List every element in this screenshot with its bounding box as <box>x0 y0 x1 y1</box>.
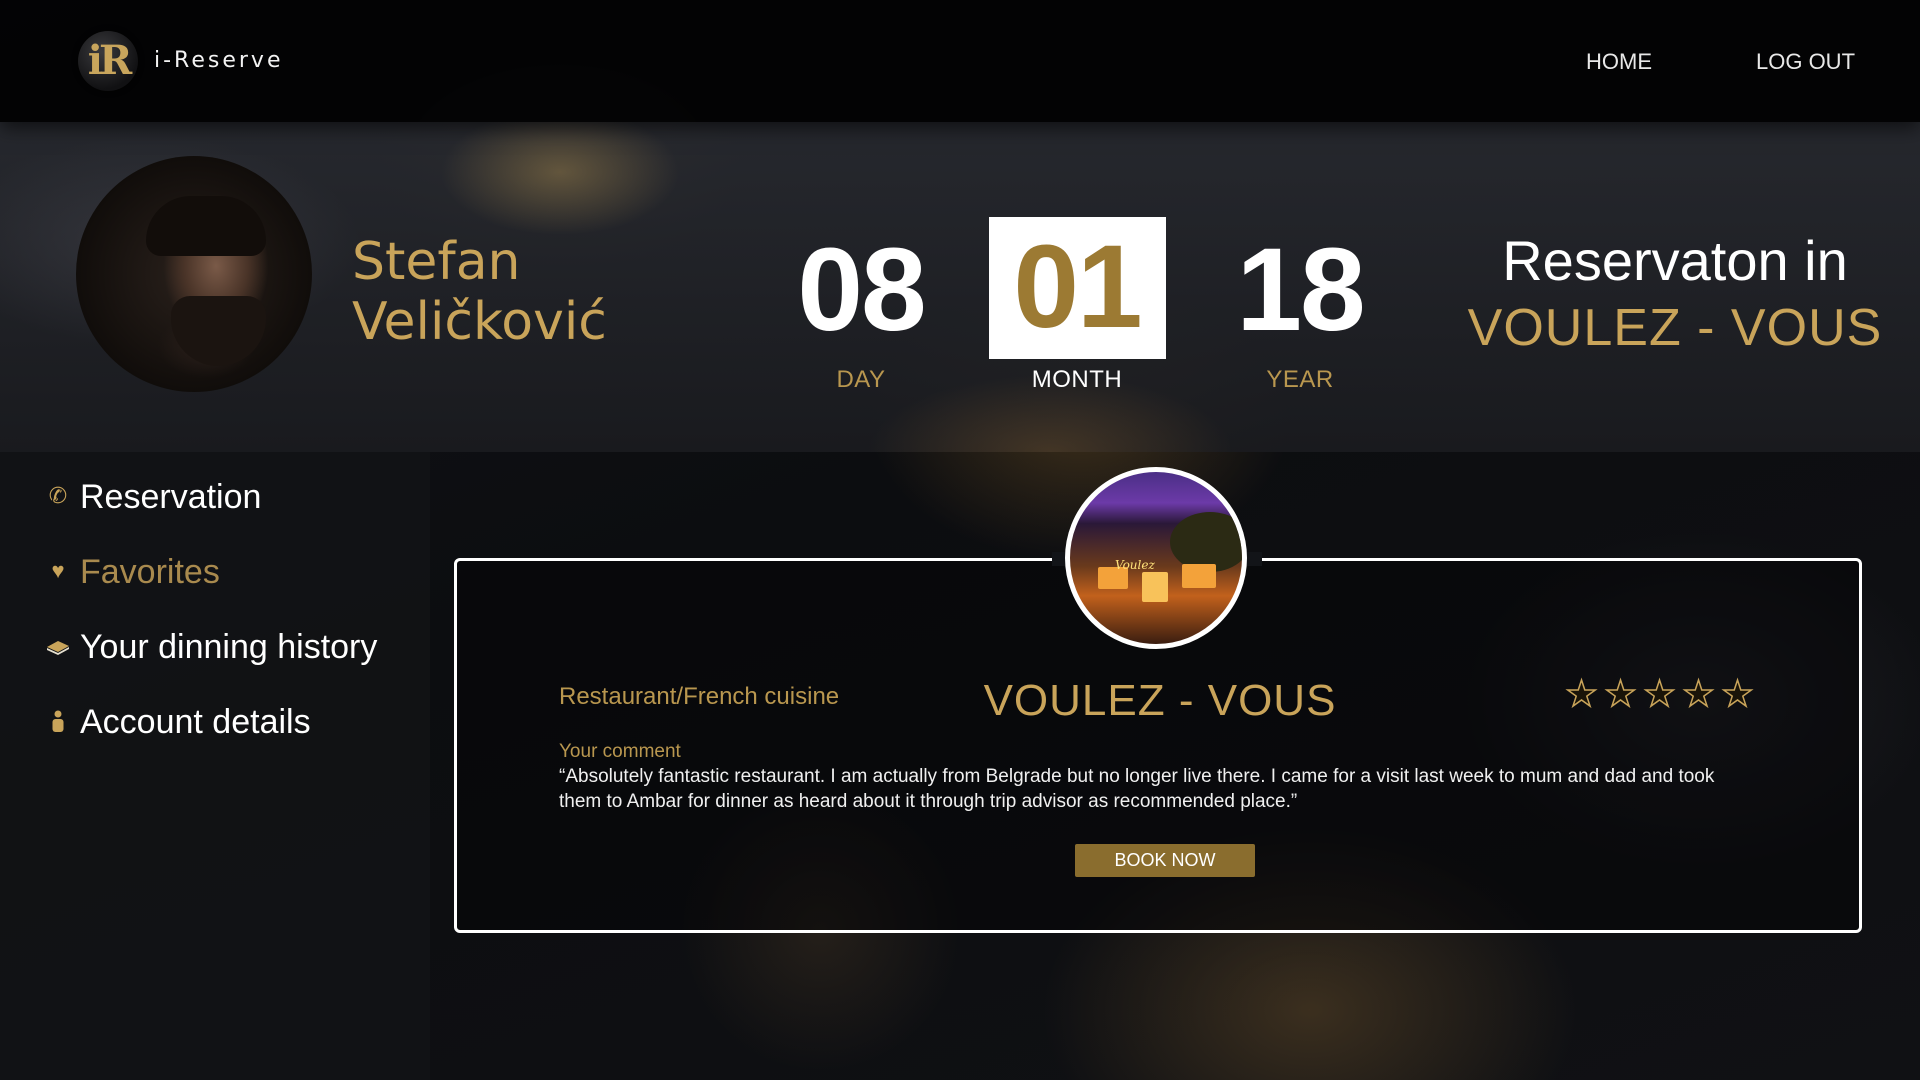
star-icon: ★ <box>1565 672 1599 715</box>
avatar-hair <box>146 196 266 256</box>
avatar <box>76 156 312 392</box>
user-name: Stefan Veličković <box>352 232 712 352</box>
nav-logout-link[interactable]: LOG OUT <box>1756 49 1855 75</box>
photo-sign: Voulez <box>1115 558 1155 572</box>
photo-window <box>1182 564 1216 588</box>
sidebar-item-favorites[interactable]: ♥ Favorites <box>42 545 402 595</box>
reservation-title: Reservaton in <box>1502 229 1848 292</box>
date-day-label: DAY <box>836 366 886 393</box>
sidebar-item-label: Favorites <box>80 553 220 591</box>
phone-icon: ✆ <box>48 483 68 508</box>
user-last-name: Veličković <box>352 292 607 352</box>
brand-name: i-Reserve <box>154 48 284 73</box>
logo-letter: iR <box>87 37 132 84</box>
star-icon: ★ <box>1682 672 1716 715</box>
top-navigation-bar: iR i-Reserve HOME LOG OUT <box>0 0 1920 122</box>
restaurant-name: VOULEZ - VOUS <box>983 676 1337 725</box>
comment-label: Your comment <box>559 741 681 762</box>
sidebar: ✆ Reservation ♥ Favorites Your dinning h… <box>0 452 430 1080</box>
rating-stars: ★ ★ ★ ★ ★ <box>1562 672 1757 716</box>
book-now-button[interactable]: BOOK NOW <box>1075 844 1255 877</box>
date-month-label: MONTH <box>1031 366 1123 393</box>
user-first-name: Stefan <box>352 232 521 292</box>
sidebar-item-reservation[interactable]: ✆ Reservation <box>42 470 402 520</box>
sidebar-item-account-details[interactable]: Account details <box>42 695 402 745</box>
date-day-value: 08 <box>797 224 926 356</box>
reservation-place: VOULEZ - VOUS <box>1467 299 1883 357</box>
star-icon: ★ <box>1721 672 1755 715</box>
date-month-value: 01 <box>1013 221 1142 353</box>
sidebar-item-dinning-history[interactable]: Your dinning history <box>42 620 402 670</box>
star-icon: ★ <box>1643 672 1677 715</box>
nav-home-link[interactable]: HOME <box>1586 49 1652 75</box>
logo-icon[interactable]: iR <box>78 31 138 91</box>
photo-window <box>1142 572 1168 602</box>
profile-hero-banner: Stefan Veličković 08 01 18 DAY MONTH YEA… <box>0 122 1920 452</box>
person-icon <box>46 709 70 733</box>
date-year-label: YEAR <box>1266 366 1334 393</box>
sidebar-item-label: Your dinning history <box>80 628 378 666</box>
date-year-value: 18 <box>1236 224 1365 356</box>
book-icon <box>46 634 70 658</box>
comment-text: “Absolutely fantastic restaurant. I am a… <box>559 766 1715 812</box>
avatar-beard <box>171 296 266 366</box>
restaurant-photo[interactable]: Voulez <box>1065 467 1247 649</box>
restaurant-type: Restaurant/French cuisine <box>559 683 840 710</box>
sidebar-item-label: Account details <box>80 703 311 741</box>
heart-icon: ♥ <box>51 558 65 583</box>
sidebar-item-label: Reservation <box>80 478 262 516</box>
photo-tree <box>1170 512 1242 572</box>
star-icon: ★ <box>1604 672 1638 715</box>
